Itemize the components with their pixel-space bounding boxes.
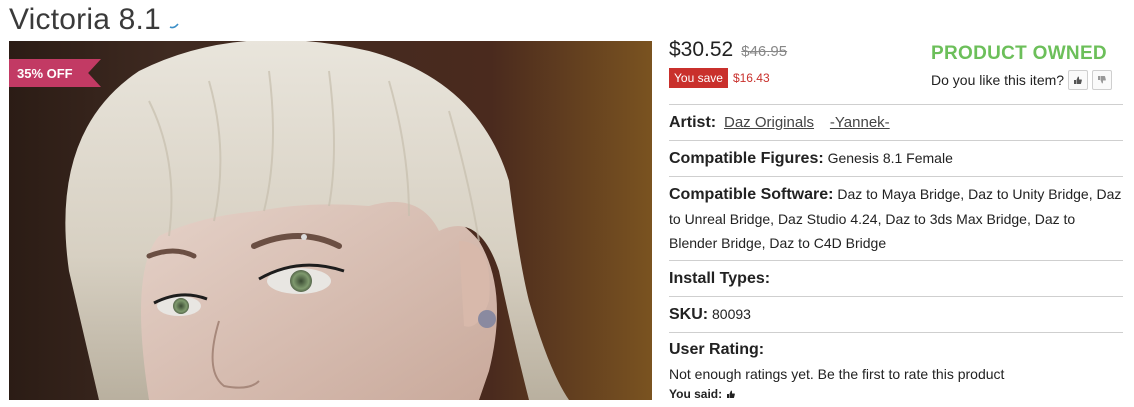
artist-row: Artist: Daz Originals -Yannek-: [669, 104, 1123, 140]
sku-value: 80093: [712, 306, 751, 322]
old-price: $46.95: [741, 43, 788, 60]
like-question: Do you like this item?: [931, 72, 1065, 88]
you-save-label: You save: [669, 68, 728, 88]
figures-label: Compatible Figures:: [669, 150, 824, 167]
save-amount: $16.43: [732, 71, 770, 85]
figures-value: Genesis 8.1 Female: [827, 150, 953, 166]
rating-text: Not enough ratings yet. Be the first to …: [669, 366, 1005, 382]
price-panel: $30.52 $46.95 You save $16.43 PRODUCT OW…: [669, 38, 1124, 90]
thumbs-up-icon: [727, 390, 735, 398]
artist-link-yannek[interactable]: -Yannek-: [830, 114, 890, 131]
software-label: Compatible Software:: [669, 186, 834, 203]
artist-link-daz-originals[interactable]: Daz Originals: [724, 114, 814, 131]
sku-row: SKU: 80093: [669, 296, 1123, 332]
user-rating-row: User Rating: Not enough ratings yet. Be …: [669, 332, 1123, 407]
install-types-label: Install Types:: [669, 270, 771, 287]
product-info: Artist: Daz Originals -Yannek- Compatibl…: [669, 104, 1123, 407]
product-image[interactable]: 35% OFF: [9, 41, 652, 400]
product-title: Victoria 8.1: [9, 3, 161, 36]
title-row: Victoria 8.1: [9, 0, 179, 40]
sku-label: SKU:: [669, 306, 709, 323]
install-types-row: Install Types:: [669, 260, 1123, 296]
thumbs-down-icon[interactable]: [1092, 70, 1113, 90]
like-row: Do you like this item?: [931, 70, 1113, 90]
artist-label: Artist:: [669, 114, 717, 131]
user-rating-label: User Rating:: [669, 341, 765, 358]
badge-icon: [169, 23, 179, 29]
current-price: $30.52: [669, 38, 734, 61]
figures-row: Compatible Figures: Genesis 8.1 Female: [669, 140, 1123, 176]
owned-status: PRODUCT OWNED: [931, 43, 1107, 64]
thumbs-up-icon[interactable]: [1068, 70, 1089, 90]
software-row: Compatible Software: Daz to Maya Bridge,…: [669, 176, 1123, 260]
discount-badge: 35% OFF: [9, 59, 101, 87]
